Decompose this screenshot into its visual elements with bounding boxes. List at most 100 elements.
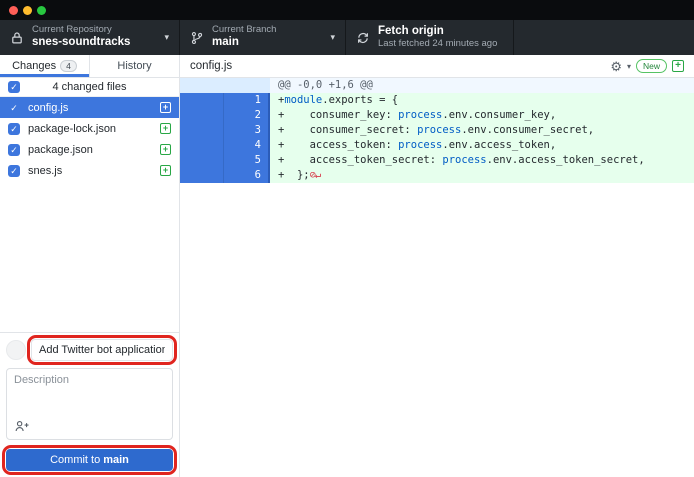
diff-line-gutter[interactable]: 3: [180, 123, 270, 138]
code-token: .env.consumer_secret,: [461, 124, 594, 136]
file-checkbox[interactable]: [8, 123, 20, 135]
file-list: config.js+package-lock.json+package.json…: [0, 97, 179, 181]
code-token: + consumer_key:: [278, 109, 398, 121]
branch-selector[interactable]: Current Branch main ▾: [180, 20, 346, 55]
hunk-header-text: @@ -0,0 +1,6 @@: [270, 78, 694, 93]
changes-sidebar: Changes 4 History 4 changed files config…: [0, 55, 180, 477]
select-all-checkbox[interactable]: [8, 81, 20, 93]
commit-button-branch: main: [103, 454, 129, 466]
no-newline-icon: ⊘↵: [310, 169, 321, 181]
code-token: + consumer_secret:: [278, 124, 417, 136]
sidebar-spacer: [0, 181, 179, 332]
new-line-number: 5: [224, 153, 268, 168]
diff-line-gutter[interactable]: 4: [180, 138, 270, 153]
diff-body: @@ -0,0 +1,6 @@ 1+module.exports = {2+ c…: [180, 78, 694, 477]
tab-changes[interactable]: Changes 4: [0, 55, 89, 77]
chevron-down-icon[interactable]: ▾: [627, 62, 631, 71]
old-line-number: [180, 108, 224, 123]
app-window: Current Repository snes-soundtracks ▾ Cu…: [0, 0, 694, 477]
diff-line-code: +module.exports = {: [270, 93, 694, 108]
file-row[interactable]: package.json +: [0, 139, 179, 160]
fetch-subtitle: Last fetched 24 minutes ago: [378, 39, 497, 50]
code-token: + };: [278, 169, 310, 181]
branch-name: main: [212, 36, 276, 49]
tab-history[interactable]: History: [89, 55, 179, 77]
file-name: snes.js: [28, 165, 62, 177]
fetch-origin-button[interactable]: Fetch origin Last fetched 24 minutes ago: [346, 20, 514, 55]
diff-line-code: + };⊘↵: [270, 168, 694, 183]
file-name: config.js: [28, 102, 68, 114]
diff-line-code: + consumer_key: process.env.consumer_key…: [270, 108, 694, 123]
toolbar: Current Repository snes-soundtracks ▾ Cu…: [0, 20, 694, 55]
new-line-number: 6: [224, 168, 268, 183]
file-row[interactable]: package-lock.json+: [0, 118, 179, 139]
keyword-token: process: [398, 139, 442, 151]
repository-label: Current Repository: [32, 25, 130, 36]
diff-line-gutter[interactable]: 6: [180, 168, 270, 183]
commit-area: Commit to main: [0, 332, 179, 477]
lock-icon: [10, 31, 24, 45]
avatar: [6, 340, 26, 360]
select-all-row: 4 changed files: [0, 78, 179, 97]
commit-summary-row: [6, 339, 173, 361]
plus-icon[interactable]: +: [672, 60, 684, 72]
toolbar-filler: [514, 20, 694, 55]
diff-line-gutter[interactable]: 5: [180, 153, 270, 168]
file-checkbox[interactable]: [8, 165, 20, 177]
commit-button[interactable]: Commit to main: [6, 449, 173, 471]
old-line-number: [180, 168, 224, 183]
code-token: .env.consumer_key,: [442, 109, 556, 121]
chevron-down-icon: ▾: [158, 32, 169, 43]
commit-button-label: Commit to: [50, 454, 100, 466]
diff-line[interactable]: 6+ };⊘↵: [180, 168, 694, 183]
traffic-light-minimize-button[interactable]: [23, 6, 32, 15]
file-row[interactable]: snes.js+: [0, 160, 179, 181]
diff-line[interactable]: 5+ access_token_secret: process.env.acce…: [180, 153, 694, 168]
diff-line[interactable]: 1+module.exports = {: [180, 93, 694, 108]
new-line-number: 1: [224, 93, 268, 108]
diff-line[interactable]: 2+ consumer_key: process.env.consumer_ke…: [180, 108, 694, 123]
sync-icon: [356, 31, 370, 45]
new-line-number: 3: [224, 123, 268, 138]
diff-line-code: + consumer_secret: process.env.consumer_…: [270, 123, 694, 138]
file-status-added-icon: +: [160, 144, 171, 155]
file-name: package.json: [28, 144, 93, 156]
code-token: .exports = {: [322, 94, 398, 106]
file-checkbox[interactable]: [8, 144, 20, 156]
diff-line-gutter[interactable]: 2: [180, 108, 270, 123]
keyword-token: process: [398, 109, 442, 121]
traffic-light-zoom-button[interactable]: [37, 6, 46, 15]
tab-changes-label: Changes: [12, 60, 56, 72]
diff-panel: config.js ⚙ ▾ New + @@ -0,0 +1,6 @@ 1+mo…: [180, 55, 694, 477]
code-token: + access_token_secret:: [278, 154, 442, 166]
titlebar: [0, 0, 694, 20]
commit-description-box: [6, 368, 173, 440]
hunk-gutter: [180, 78, 270, 93]
repository-selector[interactable]: Current Repository snes-soundtracks ▾: [0, 20, 180, 55]
repository-name: snes-soundtracks: [32, 36, 130, 49]
code-token: .env.access_token,: [442, 139, 556, 151]
file-row[interactable]: config.js+: [0, 97, 179, 118]
add-coauthor-icon[interactable]: [14, 419, 165, 434]
diff-line[interactable]: 3+ consumer_secret: process.env.consumer…: [180, 123, 694, 138]
code-token: .env.access_token_secret,: [487, 154, 645, 166]
commit-summary-input[interactable]: [31, 339, 173, 361]
file-status-new-badge: New: [636, 59, 667, 73]
gear-icon[interactable]: ⚙: [610, 60, 622, 73]
commit-description-input[interactable]: [14, 374, 165, 419]
file-checkbox[interactable]: [8, 102, 20, 114]
file-status-added-icon: +: [160, 123, 171, 134]
diff-filename: config.js: [190, 60, 232, 72]
diff-header: config.js ⚙ ▾ New +: [180, 55, 694, 78]
diff-line-code: + access_token_secret: process.env.acces…: [270, 153, 694, 168]
sidebar-tabs: Changes 4 History: [0, 55, 179, 78]
old-line-number: [180, 93, 224, 108]
new-line-number: 4: [224, 138, 268, 153]
traffic-light-close-button[interactable]: [9, 6, 18, 15]
changes-count-badge: 4: [60, 60, 77, 72]
diff-line-gutter[interactable]: 1: [180, 93, 270, 108]
old-line-number: [180, 153, 224, 168]
changed-files-label: 4 changed files: [0, 81, 179, 93]
diff-line[interactable]: 4+ access_token: process.env.access_toke…: [180, 138, 694, 153]
branch-label: Current Branch: [212, 25, 276, 36]
